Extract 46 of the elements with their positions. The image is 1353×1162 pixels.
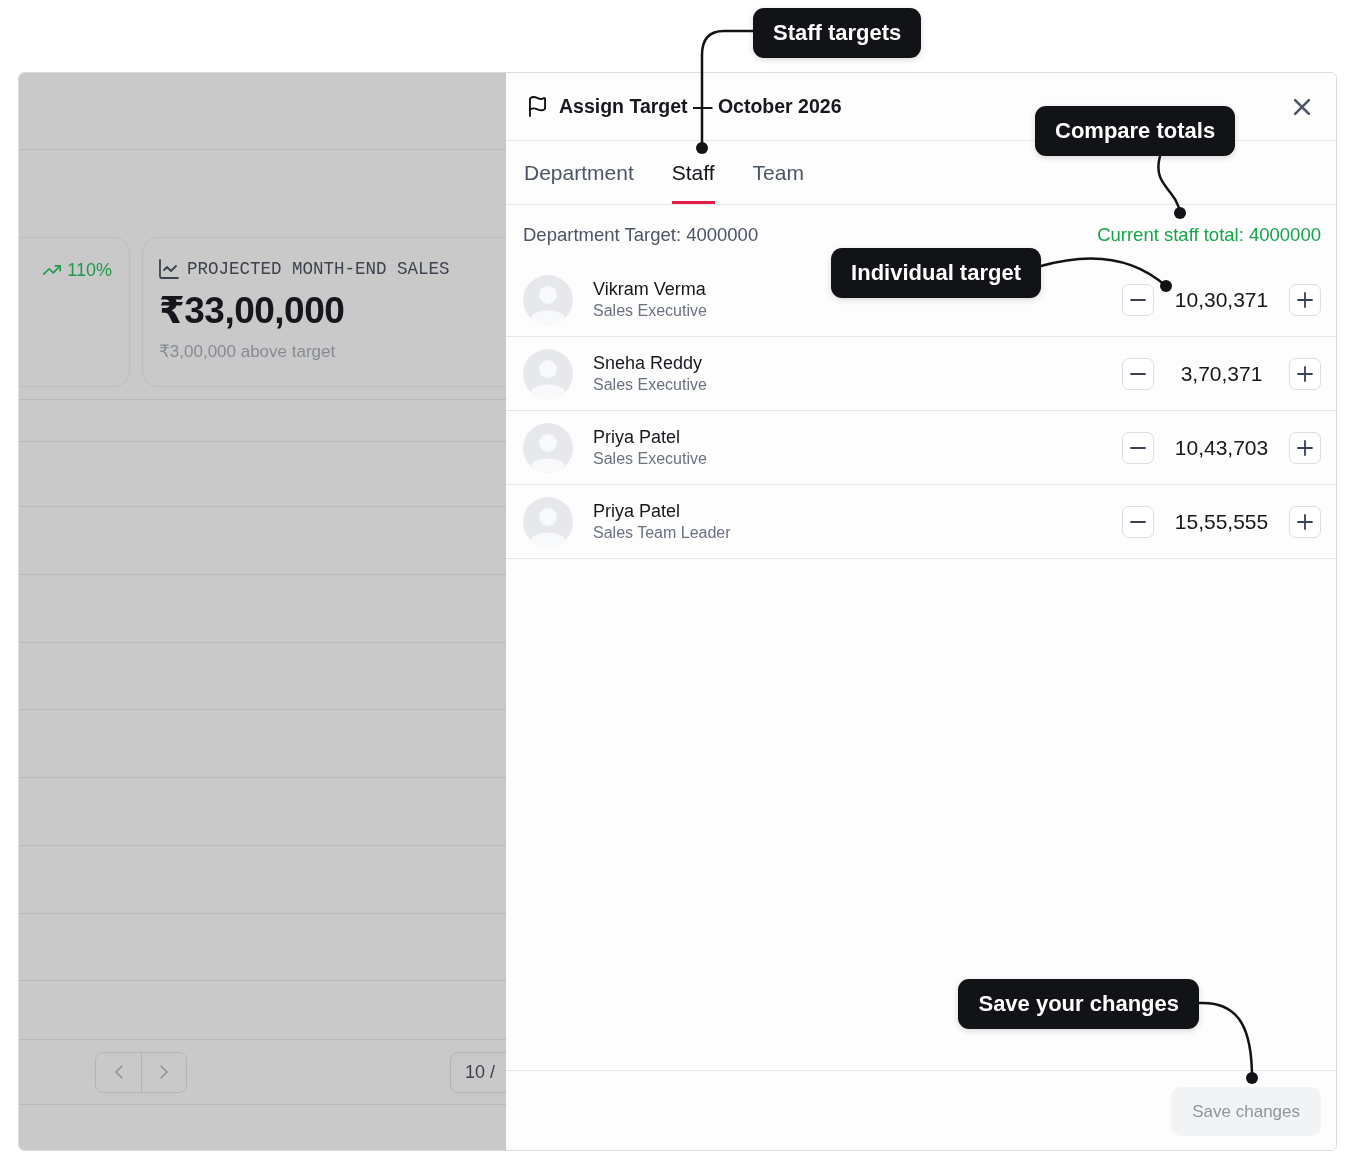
chevron-right-icon xyxy=(160,1065,168,1079)
decrease-button[interactable] xyxy=(1122,431,1154,464)
minus-icon xyxy=(1130,446,1146,449)
increase-button[interactable] xyxy=(1289,505,1321,538)
staff-total: Current staff total: 4000000 xyxy=(1097,223,1321,247)
increase-button[interactable] xyxy=(1289,431,1321,464)
plus-icon xyxy=(1297,513,1313,530)
trend-up-icon xyxy=(43,265,62,275)
minus-icon xyxy=(1130,520,1146,523)
card-title: PROJECTED MONTH-END SALES xyxy=(187,258,450,280)
chevron-left-icon xyxy=(114,1065,123,1079)
staff-name: Vikram Verma xyxy=(593,278,707,300)
staff-role: Sales Executive xyxy=(593,449,707,469)
department-target: Department Target: 4000000 xyxy=(523,223,759,247)
minus-icon xyxy=(1130,298,1146,301)
plus-icon xyxy=(1297,439,1313,456)
staff-role: Sales Executive xyxy=(593,375,707,395)
target-amount: 3,70,371 xyxy=(1179,361,1264,386)
callout-label: Save your changes xyxy=(958,979,1199,1029)
callout-label: Staff targets xyxy=(753,8,922,58)
flag-icon xyxy=(529,96,546,117)
staff-role: Sales Team Leader xyxy=(593,523,731,543)
plus-icon xyxy=(1297,291,1313,308)
staff-role: Sales Executive xyxy=(593,301,707,321)
staff-name: Priya Patel xyxy=(593,426,682,448)
line-chart-icon xyxy=(159,259,179,279)
callout-label: Compare totals xyxy=(1035,106,1236,156)
target-amount: 10,43,703 xyxy=(1173,435,1270,460)
increase-button[interactable] xyxy=(1289,357,1321,390)
trend-percentage: 110% xyxy=(67,259,112,281)
staff-name: Priya Patel xyxy=(593,500,682,522)
decrease-button[interactable] xyxy=(1122,357,1154,390)
callout-label: Individual target xyxy=(831,248,1041,298)
target-amount: 15,55,555 xyxy=(1173,509,1270,534)
staff-name: Sneha Reddy xyxy=(593,352,704,374)
metric-value: ₹33,00,000 xyxy=(159,289,346,333)
increase-button[interactable] xyxy=(1289,283,1321,316)
tab[interactable]: Team xyxy=(752,141,804,204)
leader-line xyxy=(1157,154,1186,219)
target-amount: 10,30,371 xyxy=(1173,287,1270,312)
metric-note: ₹3,00,000 above target xyxy=(159,341,337,363)
plus-icon xyxy=(1297,365,1313,382)
decrease-button[interactable] xyxy=(1122,505,1154,538)
minus-icon xyxy=(1130,372,1146,375)
decrease-button[interactable] xyxy=(1122,283,1154,316)
tab[interactable]: Department xyxy=(524,141,634,204)
